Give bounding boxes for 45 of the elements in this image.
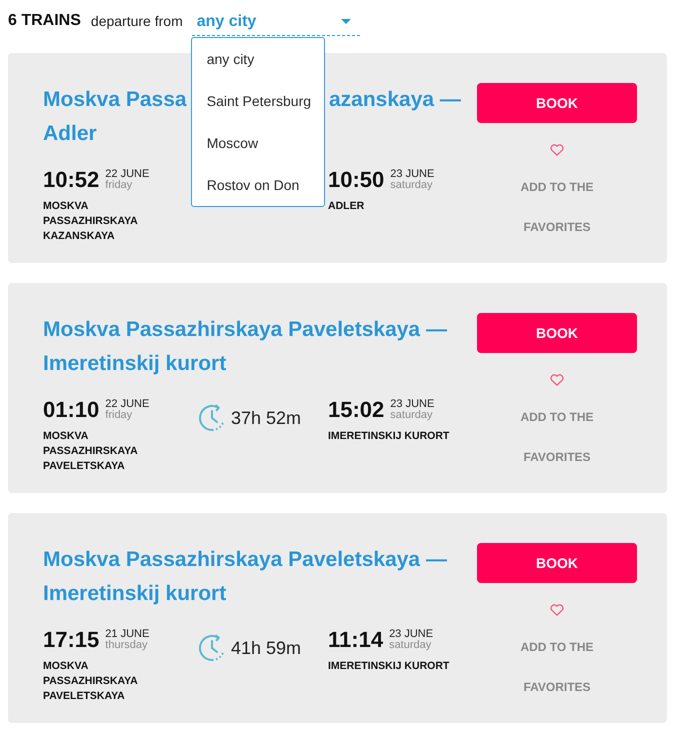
favorite-button[interactable]: ADD TO THE FAVORITES [507, 604, 607, 707]
date-text: 23 JUNE [390, 399, 434, 410]
weekday-text: saturday [389, 640, 432, 651]
weekday-text: thursday [105, 640, 148, 651]
station-name: MOSKVA PASSAZHIRSKAYA PAVELETSKAYA [43, 659, 138, 704]
dropdown-option[interactable]: Rostov on Don [192, 164, 324, 206]
duration-text: 37h 52m [231, 408, 302, 428]
train-count: 6 TRAINS [8, 11, 81, 31]
route-title[interactable]: azanskaya — [329, 83, 461, 117]
weekday-text: saturday [390, 410, 434, 421]
date-text: 23 JUNE [390, 169, 434, 180]
weekday-text: saturday [390, 180, 434, 191]
time-text: 15:02 [328, 398, 384, 422]
book-button[interactable]: BOOK [477, 543, 637, 583]
dropdown-option[interactable]: Saint Petersburg [192, 80, 324, 122]
weekday-text: friday [105, 410, 134, 421]
date-text: 22 JUNE [105, 399, 150, 410]
station-name: ADLER [328, 199, 364, 214]
date-text: 22 JUNE [105, 169, 150, 180]
time-text: 17:15 [43, 628, 100, 652]
date-text: 21 JUNE [105, 629, 150, 640]
book-button[interactable]: BOOK [477, 313, 637, 353]
time-text: 10:52 [43, 168, 100, 192]
dropdown-option[interactable]: Moscow [192, 122, 324, 164]
station-name: MOSKVA PASSAZHIRSKAYA KAZANSKAYA [43, 199, 138, 244]
time-text: 11:14 [328, 628, 384, 652]
time-text: 10:50 [328, 168, 384, 192]
duration-text: 41h 59m [231, 638, 302, 658]
station-name: MOSKVA PASSAZHIRSKAYA PAVELETSKAYA [43, 429, 138, 474]
route-title[interactable]: Moskva Passa [43, 83, 187, 117]
time-text: 01:10 [43, 398, 100, 422]
station-name: IMERETINSKIJ KURORT [328, 659, 450, 674]
route-title[interactable]: Adler [43, 117, 97, 151]
route-title[interactable]: Moskva Passazhirskaya Paveletskaya — Imeretinskij kurort [43, 543, 477, 611]
station-name: IMERETINSKIJ KURORT [328, 429, 450, 444]
date-text: 23 JUNE [389, 629, 434, 640]
dropdown-option[interactable]: any city [192, 38, 324, 80]
caret-icon [340, 19, 351, 24]
favorite-button[interactable]: ADD TO THE FAVORITES [507, 374, 607, 477]
book-button[interactable]: BOOK [477, 83, 637, 123]
favorite-button[interactable]: ADD TO THE FAVORITES [507, 144, 607, 247]
filter-label: departure from [90, 12, 183, 31]
city-select[interactable]: any city [192, 8, 360, 36]
route-title[interactable]: Moskva Passazhirskaya Paveletskaya — Imeretinskij kurort [43, 313, 477, 381]
weekday-text: friday [105, 180, 134, 191]
